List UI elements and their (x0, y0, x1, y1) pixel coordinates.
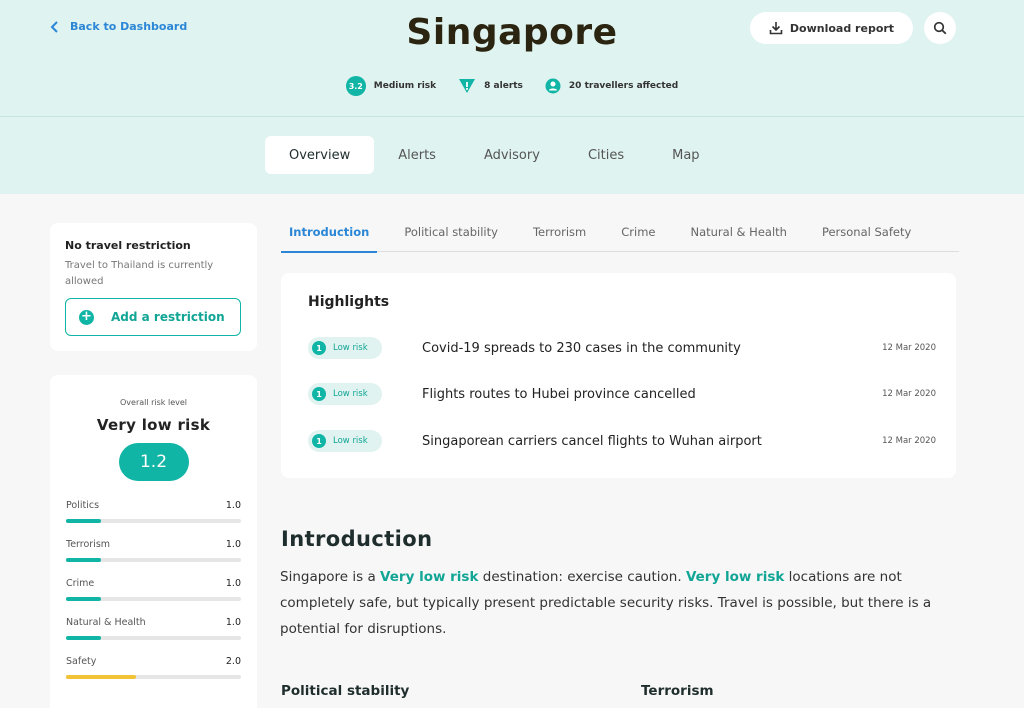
subtab-personal-safety[interactable]: Personal Safety (814, 212, 919, 252)
subtab-political-stability[interactable]: Political stability (396, 212, 506, 252)
subtab-natural-health[interactable]: Natural & Health (682, 212, 794, 252)
highlight-item[interactable]: 1 Low risk Flights routes to Hubei provi… (308, 383, 936, 405)
overall-risk-card: Overall risk level Very low risk 1.2 Pol… (50, 375, 257, 708)
search-button[interactable] (924, 12, 956, 44)
overall-risk-label: Overall risk level (119, 398, 187, 407)
category-name: Natural & Health (66, 617, 146, 628)
intro-risk-highlight: Very low risk (685, 569, 785, 585)
risk-stats: 3.2 Medium risk 8 alerts 20 travellers a… (0, 76, 1024, 96)
subtab-introduction[interactable]: Introduction (281, 212, 378, 253)
risk-category-crime: Crime 1.0 (66, 578, 241, 617)
highlight-date: 12 Mar 2020 (882, 436, 936, 446)
subtab-terrorism[interactable]: Terrorism (525, 212, 594, 252)
intro-country: Singapore (280, 569, 349, 585)
risk-level-number: 1 (312, 387, 326, 401)
category-bar-fill (66, 597, 101, 601)
category-value: 1.0 (225, 617, 241, 628)
highlight-date: 12 Mar 2020 (882, 343, 936, 353)
risk-badge-label: Low risk (333, 389, 368, 399)
alerts-stat: 8 alerts (458, 76, 523, 96)
highlight-text: Singaporean carriers cancel flights to W… (422, 433, 762, 449)
travellers-label: 20 travellers affected (568, 81, 679, 91)
risk-badge-label: Low risk (333, 436, 368, 446)
intro-text-1: is a (348, 569, 381, 585)
risk-level-number: 1 (312, 434, 326, 448)
category-bar-fill (66, 558, 101, 562)
plus-icon: + (79, 309, 94, 325)
travel-restriction-card: No travel restriction Travel to Thailand… (50, 223, 257, 351)
category-bar (66, 558, 241, 562)
risk-category-safety: Safety 2.0 (66, 656, 241, 695)
tab-alerts[interactable]: Alerts (374, 136, 460, 174)
highlight-text: Covid-19 spreads to 230 cases in the com… (422, 340, 741, 356)
risk-category-list: Politics 1.0 Terrorism 1.0 Crime 1.0 Natura… (66, 500, 241, 695)
category-name: Crime (66, 578, 95, 589)
overall-risk-score: 1.2 (118, 443, 189, 481)
risk-category-terrorism: Terrorism 1.0 (66, 539, 241, 578)
category-name: Terrorism (66, 539, 111, 550)
traveller-icon (545, 78, 561, 94)
category-bar-fill (66, 675, 136, 679)
category-name: Politics (66, 500, 100, 511)
political-stability-heading: Political stability (281, 683, 410, 699)
download-label: Download report (789, 21, 895, 35)
restriction-text: Travel to Thailand is currently allowed (65, 260, 214, 287)
search-icon (933, 21, 947, 35)
risk-badge: 1 Low risk (308, 337, 382, 359)
restriction-title: No travel restriction (65, 239, 191, 252)
main-tabs: Overview Alerts Advisory Cities Map (265, 136, 724, 174)
highlight-item[interactable]: 1 Low risk Covid-19 spreads to 230 cases… (308, 337, 936, 359)
alerts-label: 8 alerts (484, 81, 523, 91)
terrorism-heading: Terrorism (641, 683, 714, 699)
highlight-date: 12 Mar 2020 (882, 389, 936, 399)
tab-advisory[interactable]: Advisory (460, 136, 564, 174)
subtab-crime[interactable]: Crime (613, 212, 663, 252)
introduction-paragraph: Singapore is a Very low risk destination… (280, 564, 960, 642)
category-bar-fill (66, 519, 101, 523)
risk-badge: 1 Low risk (308, 383, 382, 405)
overall-risk-level: Very low risk (96, 416, 211, 434)
category-bar (66, 519, 241, 523)
tab-cities[interactable]: Cities (564, 136, 648, 174)
intro-risk-highlight: Very low risk (380, 569, 479, 585)
category-name: Safety (66, 656, 97, 667)
category-bar (66, 675, 241, 679)
add-restriction-label: Add a restriction (111, 310, 225, 324)
download-icon (769, 22, 783, 35)
travellers-stat: 20 travellers affected (545, 76, 678, 96)
header: Back to Dashboard Singapore Download rep… (0, 0, 1024, 194)
risk-level-number: 1 (312, 341, 326, 355)
download-report-button[interactable]: Download report (750, 12, 913, 44)
add-restriction-button[interactable]: + Add a restriction (65, 298, 241, 336)
category-value: 1.0 (225, 500, 241, 511)
category-bar (66, 597, 241, 601)
tab-map[interactable]: Map (648, 136, 723, 174)
intro-text-2: destination: exercise caution. (478, 569, 686, 585)
highlights-card: Highlights 1 Low risk Covid-19 spreads t… (281, 273, 956, 478)
header-divider (0, 116, 1024, 117)
tab-overview[interactable]: Overview (265, 136, 375, 174)
introduction-heading: Introduction (281, 527, 433, 551)
highlight-item[interactable]: 1 Low risk Singaporean carriers cancel f… (308, 430, 936, 452)
risk-label: Medium risk (373, 81, 437, 91)
risk-category-natural-health: Natural & Health 1.0 (66, 617, 241, 656)
risk-badge: 1 Low risk (308, 430, 382, 452)
category-value: 2.0 (225, 656, 241, 667)
risk-category-politics: Politics 1.0 (66, 500, 241, 539)
category-bar (66, 636, 241, 640)
alert-icon (459, 79, 476, 93)
section-tabs: Introduction Political stability Terrori… (281, 212, 959, 253)
risk-badge-label: Low risk (333, 343, 368, 353)
category-bar-fill (66, 636, 101, 640)
risk-score-stat: 3.2 Medium risk (345, 76, 437, 96)
category-value: 1.0 (225, 578, 241, 589)
highlight-text: Flights routes to Hubei province cancell… (422, 386, 696, 402)
highlights-title: Highlights (308, 294, 390, 310)
risk-score-badge: 3.2 (345, 76, 366, 96)
category-value: 1.0 (225, 539, 241, 550)
